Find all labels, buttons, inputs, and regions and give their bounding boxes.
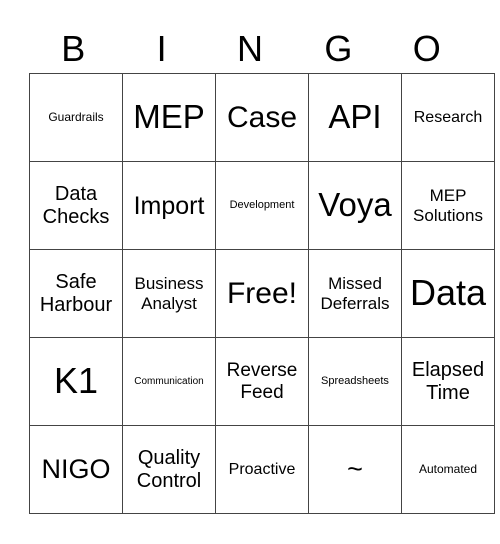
bingo-header: B I N G O xyxy=(29,24,471,74)
header-letter-b: B xyxy=(61,28,86,69)
board-row: Guardrails MEP Case API Research xyxy=(29,73,495,162)
header-letter-n: N xyxy=(236,28,263,69)
bingo-board: Guardrails MEP Case API Research Data Ch… xyxy=(29,73,495,514)
bingo-cell[interactable]: MEP xyxy=(122,73,216,162)
board-row: K1 Communication Reverse Feed Spreadshee… xyxy=(29,337,495,426)
bingo-cell[interactable]: Voya xyxy=(308,161,402,250)
bingo-cell[interactable]: Data Checks xyxy=(29,161,123,250)
bingo-cell[interactable]: Data xyxy=(401,249,495,338)
bingo-cell[interactable]: ~ xyxy=(308,425,402,514)
bingo-cell[interactable]: MEP Solutions xyxy=(401,161,495,250)
bingo-cell[interactable]: Automated xyxy=(401,425,495,514)
header-letter-g: G xyxy=(324,28,353,69)
bingo-cell[interactable]: NIGO xyxy=(29,425,123,514)
board-row: Safe Harbour Business Analyst Free! Miss… xyxy=(29,249,495,338)
bingo-cell[interactable]: Development xyxy=(215,161,309,250)
bingo-cell[interactable]: Quality Control xyxy=(122,425,216,514)
bingo-cell[interactable]: Research xyxy=(401,73,495,162)
bingo-cell[interactable]: Guardrails xyxy=(29,73,123,162)
bingo-cell[interactable]: K1 xyxy=(29,337,123,426)
bingo-cell[interactable]: Import xyxy=(122,161,216,250)
header-letter-i: I xyxy=(156,28,167,69)
bingo-cell[interactable]: Missed Deferrals xyxy=(308,249,402,338)
bingo-cell[interactable]: Communication xyxy=(122,337,216,426)
bingo-cell[interactable]: Safe Harbour xyxy=(29,249,123,338)
bingo-cell[interactable]: Proactive xyxy=(215,425,309,514)
bingo-cell[interactable]: Case xyxy=(215,73,309,162)
bingo-cell free-space[interactable]: Free! xyxy=(215,249,309,338)
board-row: Data Checks Import Development Voya MEP … xyxy=(29,161,495,250)
bingo-cell[interactable]: Business Analyst xyxy=(122,249,216,338)
header-letter-o: O xyxy=(412,28,441,69)
bingo-cell[interactable]: Elapsed Time xyxy=(401,337,495,426)
bingo-cell[interactable]: Reverse Feed xyxy=(215,337,309,426)
bingo-cell[interactable]: API xyxy=(308,73,402,162)
board-row: NIGO Quality Control Proactive ~ Automat… xyxy=(29,425,495,514)
bingo-cell[interactable]: Spreadsheets xyxy=(308,337,402,426)
